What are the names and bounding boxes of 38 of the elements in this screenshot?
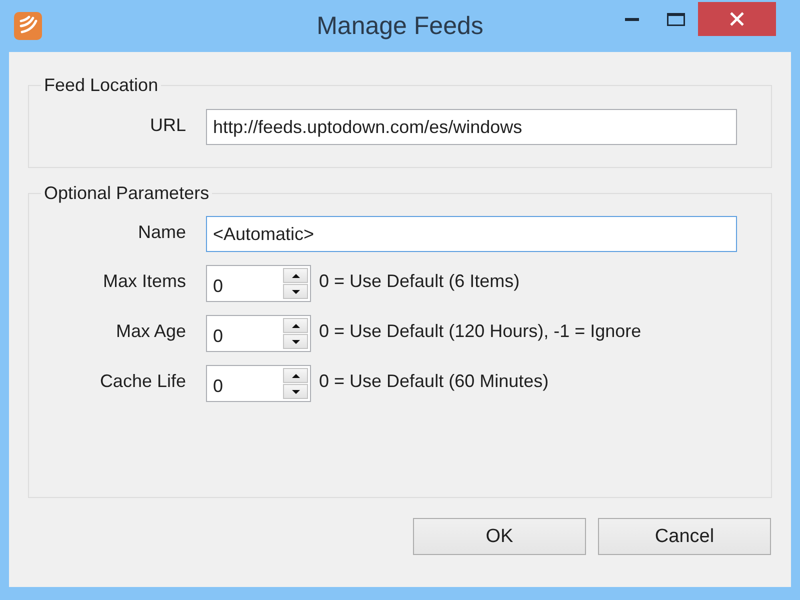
spin-down-button[interactable] [283,284,308,299]
spin-up-button[interactable] [283,318,308,333]
triangle-up-icon [292,274,300,278]
field-label: Cache Life [98,370,186,392]
dialog-button[interactable]: Cancel [598,518,771,555]
triangle-down-icon [292,290,300,294]
spinner-input[interactable]: 0 [209,370,283,399]
app-icon [14,12,42,40]
hint-text: 0 = Use Default (6 Items) [319,270,520,292]
field-label: URL [148,114,186,136]
hint-text: 0 = Use Default (60 Minutes) [319,370,549,392]
minimize-icon [625,18,639,20]
url-field[interactable]: http://feeds.uptodown.com/es/windows [206,109,737,145]
spin-down-button[interactable] [283,334,308,349]
number-spinner[interactable]: 0 [206,265,311,302]
number-spinner[interactable]: 0 [206,315,311,352]
triangle-up-icon [292,374,300,378]
close-icon [730,12,744,26]
spinner-input[interactable]: 0 [209,320,283,349]
number-spinner[interactable]: 0 [206,365,311,402]
hint-text: 0 = Use Default (120 Hours), -1 = Ignore [319,320,642,342]
spin-up-button[interactable] [283,368,308,383]
group-legend: Optional Parameters [41,182,212,204]
spinner-input[interactable]: 0 [209,270,283,299]
close-button[interactable] [698,2,776,36]
spin-down-button[interactable] [283,384,308,399]
field-label: Name [136,221,186,243]
group-legend: Feed Location [41,74,162,96]
maximize-icon [667,12,685,26]
triangle-down-icon [292,390,300,394]
name-field[interactable]: <Automatic> [206,216,737,252]
spin-up-button[interactable] [283,268,308,283]
window-title: Manage Feeds [316,11,484,41]
triangle-down-icon [292,340,300,344]
field-label: Max Age [114,320,186,342]
dialog-button[interactable]: OK [413,518,586,555]
triangle-up-icon [292,324,300,328]
field-label: Max Items [102,270,186,292]
